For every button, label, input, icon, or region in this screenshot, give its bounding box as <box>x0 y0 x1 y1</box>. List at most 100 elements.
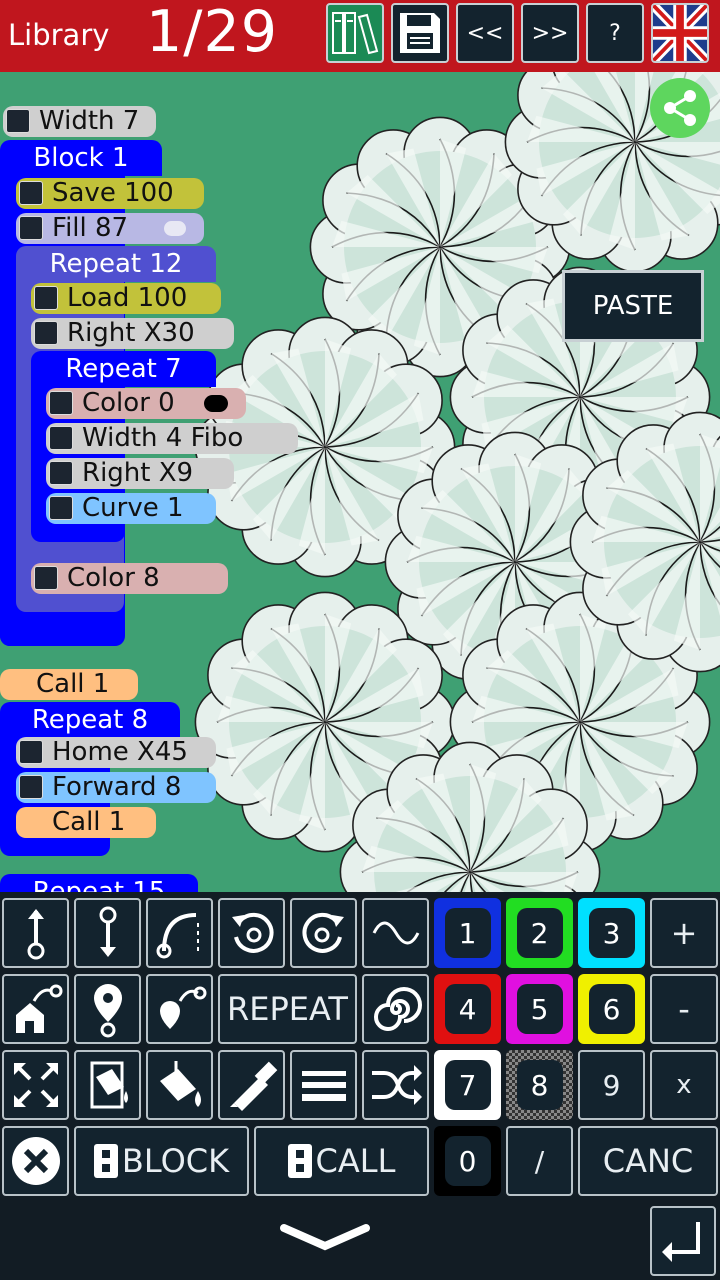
key-label: 2 <box>516 908 563 958</box>
number-key-4[interactable]: 4 <box>434 974 501 1044</box>
cmd-home[interactable]: Home X45 <box>16 737 216 768</box>
cmd-label: Call 1 <box>52 807 126 837</box>
cmd-label: Color 8 <box>67 563 160 593</box>
cancel-key[interactable]: CANC <box>578 1126 718 1196</box>
key-label: 5 <box>516 984 563 1034</box>
cmd-label: Fill 87 <box>52 213 129 243</box>
wave-key[interactable] <box>362 898 429 968</box>
uk-flag-icon <box>653 5 707 61</box>
cmd-right[interactable]: Right X30 <box>31 318 234 349</box>
load-key[interactable] <box>146 974 213 1044</box>
key-label: 8 <box>516 1060 563 1110</box>
cmd-label: Curve 1 <box>82 493 184 523</box>
paint-bucket-icon <box>90 1061 128 1109</box>
key-label: 7 <box>444 1060 491 1110</box>
number-key-0[interactable]: 0 <box>434 1126 501 1196</box>
repeat-header[interactable]: Repeat 8 <box>0 702 180 738</box>
number-key-9[interactable]: 9 <box>578 1050 645 1120</box>
turn-right-key[interactable] <box>290 898 357 968</box>
cmd-forward[interactable]: Forward 8 <box>16 772 216 803</box>
random-key[interactable] <box>362 1050 429 1120</box>
number-key-8[interactable]: 8 <box>506 1050 573 1120</box>
call-icon <box>287 1144 312 1178</box>
cmd-right[interactable]: Right X9 <box>46 458 234 489</box>
cmd-label: Width 4 Fibo <box>82 423 244 453</box>
library-label[interactable]: Library <box>8 18 109 52</box>
cmd-fill[interactable]: Fill 87 <box>16 213 204 244</box>
library-button[interactable] <box>326 3 384 63</box>
forward-icon <box>19 775 43 799</box>
close-icon <box>11 1137 60 1185</box>
repeat-header[interactable]: Repeat 12 <box>16 246 216 282</box>
back-key[interactable] <box>74 898 141 968</box>
repeat-header[interactable]: Repeat 7 <box>31 351 216 387</box>
cmd-save[interactable]: Save 100 <box>16 178 204 209</box>
shuffle-icon <box>371 1065 422 1105</box>
key-label: 1 <box>444 908 491 958</box>
fill-color-key[interactable] <box>74 1050 141 1120</box>
number-key-6[interactable]: 6 <box>578 974 645 1044</box>
save-icon <box>400 13 440 53</box>
collapse-keypad-button[interactable] <box>270 1218 380 1258</box>
cmd-load[interactable]: Load 100 <box>31 283 221 314</box>
plus-key[interactable]: + <box>650 898 718 968</box>
top-bar: Library 1/29 << >> ? <box>0 0 720 72</box>
save-memory-icon <box>19 181 43 205</box>
lines-icon <box>6 109 30 133</box>
drawing-canvas[interactable]: PASTE Width 7 Block 1 Save 100 Fill 87 R… <box>0 72 720 892</box>
block-key[interactable]: BLOCK <box>74 1126 249 1196</box>
cmd-call[interactable]: Call 1 <box>16 807 156 838</box>
cmd-label: Right X9 <box>82 458 194 488</box>
number-key-2[interactable]: 2 <box>506 898 573 968</box>
language-button[interactable] <box>651 3 709 63</box>
repeat-key[interactable]: REPEAT <box>218 974 357 1044</box>
minus-key[interactable]: - <box>650 974 718 1044</box>
call-key[interactable]: CALL <box>254 1126 429 1196</box>
share-button[interactable] <box>650 78 710 138</box>
repeat-header[interactable]: Repeat 15 <box>0 874 198 892</box>
number-key-7[interactable]: 7 <box>434 1050 501 1120</box>
cmd-width[interactable]: Width 7 <box>3 106 156 137</box>
key-label: 4 <box>444 984 491 1034</box>
fill-key[interactable] <box>146 1050 213 1120</box>
undo-key[interactable] <box>650 1206 716 1276</box>
cmd-color[interactable]: Color 8 <box>31 563 228 594</box>
times-key[interactable]: x <box>650 1050 718 1120</box>
delete-key[interactable] <box>2 1126 69 1196</box>
cmd-label: Home X45 <box>52 737 188 767</box>
divide-key[interactable]: / <box>506 1126 573 1196</box>
save-button[interactable] <box>391 3 449 63</box>
turn-left-key[interactable] <box>218 898 285 968</box>
cmd-label: Color 0 <box>82 388 175 418</box>
forward-up-icon <box>27 909 44 960</box>
curve-key[interactable] <box>146 898 213 968</box>
number-key-1[interactable]: 1 <box>434 898 501 968</box>
cmd-curve[interactable]: Curve 1 <box>46 493 216 524</box>
number-key-5[interactable]: 5 <box>506 974 573 1044</box>
paste-button[interactable]: PASTE <box>562 270 704 342</box>
cmd-label: Width 7 <box>39 106 140 136</box>
pen-icon <box>34 566 58 590</box>
color-key[interactable] <box>218 1050 285 1120</box>
next-button[interactable]: >> <box>521 3 579 63</box>
spiral-key[interactable] <box>362 974 429 1044</box>
width-key[interactable] <box>290 1050 357 1120</box>
expand-icon <box>13 1063 58 1107</box>
cmd-width[interactable]: Width 4 Fibo <box>46 423 298 454</box>
paint-bucket-icon <box>159 1061 201 1107</box>
color-swatch <box>204 395 228 412</box>
fill-swatch <box>164 221 186 236</box>
previous-button[interactable]: << <box>456 3 514 63</box>
block-header[interactable]: Block 1 <box>0 140 162 176</box>
zoom-key[interactable] <box>2 1050 69 1120</box>
pen-icon <box>229 1061 277 1111</box>
cmd-color[interactable]: Color 0 <box>46 388 246 419</box>
cmd-call[interactable]: Call 1 <box>0 669 138 700</box>
help-button[interactable]: ? <box>586 3 644 63</box>
home-key[interactable] <box>2 974 69 1044</box>
position-key[interactable] <box>74 974 141 1044</box>
forward-key[interactable] <box>2 898 69 968</box>
home-icon <box>15 984 62 1033</box>
number-key-3[interactable]: 3 <box>578 898 645 968</box>
cmd-label: Forward 8 <box>52 772 182 802</box>
